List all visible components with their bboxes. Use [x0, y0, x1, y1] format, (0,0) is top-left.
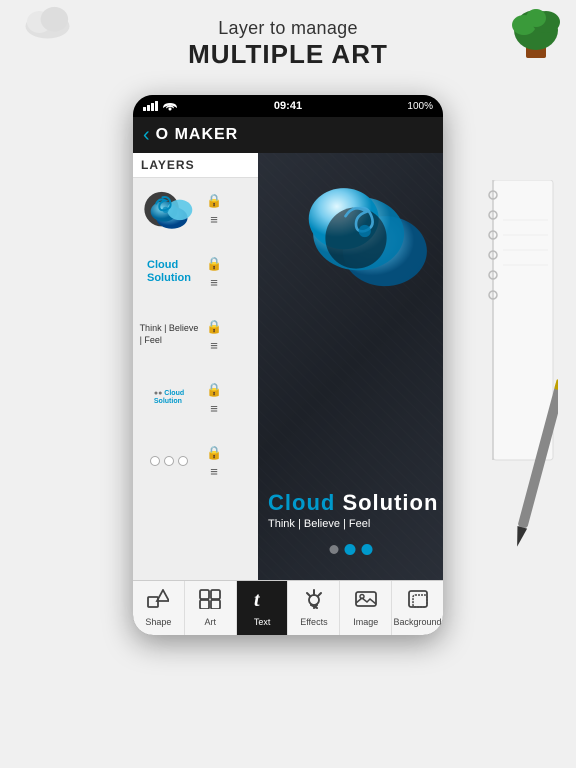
- layer-item-5[interactable]: 🔒 ≡: [133, 430, 258, 493]
- lock-icon-4[interactable]: 🔒: [203, 381, 225, 399]
- toolbar-text[interactable]: t Text: [237, 581, 289, 635]
- app-header: ‹ O MAKER: [133, 117, 443, 153]
- cloud-decoration: [20, 0, 75, 45]
- notebook-decoration: [488, 180, 558, 580]
- canvas-sub-text: Think | Believe | Feel: [268, 518, 443, 530]
- layer-controls-5: 🔒 ≡: [203, 444, 225, 479]
- dot-1: [150, 456, 160, 466]
- menu-icon-3[interactable]: ≡: [210, 338, 218, 353]
- bottom-toolbar: Shape Art t Text: [133, 580, 443, 635]
- menu-icon-2[interactable]: ≡: [210, 275, 218, 290]
- layer-controls-1: 🔒 ≡: [203, 192, 225, 227]
- toolbar-background[interactable]: Background: [392, 581, 443, 635]
- signal-area: [143, 101, 177, 111]
- layer-thumb-5: [139, 436, 199, 486]
- lock-icon-5[interactable]: 🔒: [203, 444, 225, 462]
- layer-item-4[interactable]: ●● CloudSolution 🔒 ≡: [133, 367, 258, 430]
- canvas-dot-1: [329, 545, 338, 554]
- app-title: O MAKER: [156, 126, 239, 144]
- background-icon: [407, 589, 429, 615]
- battery-indicator: 100%: [407, 101, 433, 112]
- top-title: MULTIPLE ART: [10, 39, 566, 70]
- toolbar-image[interactable]: Image: [340, 581, 392, 635]
- menu-icon-5[interactable]: ≡: [210, 464, 218, 479]
- layers-panel: LAYERS: [133, 153, 258, 580]
- text-label: Text: [254, 617, 271, 627]
- layers-header: LAYERS: [133, 153, 258, 178]
- art-icon: [199, 589, 221, 615]
- dot-3: [178, 456, 188, 466]
- effects-icon: [303, 589, 325, 615]
- lock-icon-2[interactable]: 🔒: [203, 255, 225, 273]
- toolbar-effects[interactable]: Effects: [288, 581, 340, 635]
- app-content: LAYERS: [133, 153, 443, 580]
- canvas-dot-3: [361, 544, 372, 555]
- layer-item-1[interactable]: 🔒 ≡: [133, 178, 258, 241]
- canvas-text-area: Cloud Solution Think | Believe | Feel: [268, 490, 443, 530]
- svg-text:t: t: [254, 589, 261, 609]
- lock-icon-3[interactable]: 🔒: [203, 318, 225, 336]
- canvas-text-solution: Solution: [335, 490, 438, 515]
- canvas-dot-2: [344, 544, 355, 555]
- top-subtitle: Layer to manage: [10, 18, 566, 39]
- plant-decoration: [506, 0, 566, 60]
- canvas-area[interactable]: Cloud Solution Think | Believe | Feel: [258, 153, 443, 580]
- toolbar-shape[interactable]: Shape: [133, 581, 185, 635]
- image-icon: [355, 589, 377, 615]
- shape-icon: [147, 589, 169, 615]
- layer-controls-3: 🔒 ≡: [203, 318, 225, 353]
- background-label: Background: [394, 617, 442, 627]
- layer5-dots: [150, 456, 188, 466]
- layer4-text: ●● CloudSolution: [154, 390, 184, 407]
- shape-label: Shape: [145, 617, 171, 627]
- lock-icon-1[interactable]: 🔒: [203, 192, 225, 210]
- layer3-text: Think | Believe| Feel: [140, 323, 199, 346]
- layer-thumb-2: CloudSolution: [139, 247, 199, 297]
- layer-item-3[interactable]: Think | Believe| Feel 🔒 ≡: [133, 304, 258, 367]
- canvas-page-dots: [329, 544, 372, 555]
- menu-icon-1[interactable]: ≡: [210, 212, 218, 227]
- layer2-text: CloudSolution: [147, 259, 191, 285]
- layer-thumb-4: ●● CloudSolution: [139, 373, 199, 423]
- image-label: Image: [353, 617, 378, 627]
- canvas-cloud-icon: [293, 168, 433, 308]
- top-area: Layer to manage MULTIPLE ART: [0, 0, 576, 84]
- layer-thumb-3: Think | Believe| Feel: [139, 310, 199, 360]
- text-icon: t: [251, 589, 273, 615]
- layer-item-2[interactable]: CloudSolution 🔒 ≡: [133, 241, 258, 304]
- status-bar: 09:41 100%: [133, 95, 443, 117]
- back-button[interactable]: ‹: [143, 124, 150, 147]
- layer-thumb-1: [139, 184, 199, 234]
- toolbar-art[interactable]: Art: [185, 581, 237, 635]
- effects-label: Effects: [300, 617, 327, 627]
- layer-controls-4: 🔒 ≡: [203, 381, 225, 416]
- dot-2: [164, 456, 174, 466]
- phone-frame: 09:41 100% ‹ O MAKER LAYERS: [133, 95, 443, 635]
- layer-controls-2: 🔒 ≡: [203, 255, 225, 290]
- menu-icon-4[interactable]: ≡: [210, 401, 218, 416]
- art-label: Art: [204, 617, 216, 627]
- canvas-main-text: Cloud Solution: [268, 490, 443, 516]
- canvas-text-cloud: Cloud: [268, 490, 335, 515]
- status-time: 09:41: [274, 100, 302, 112]
